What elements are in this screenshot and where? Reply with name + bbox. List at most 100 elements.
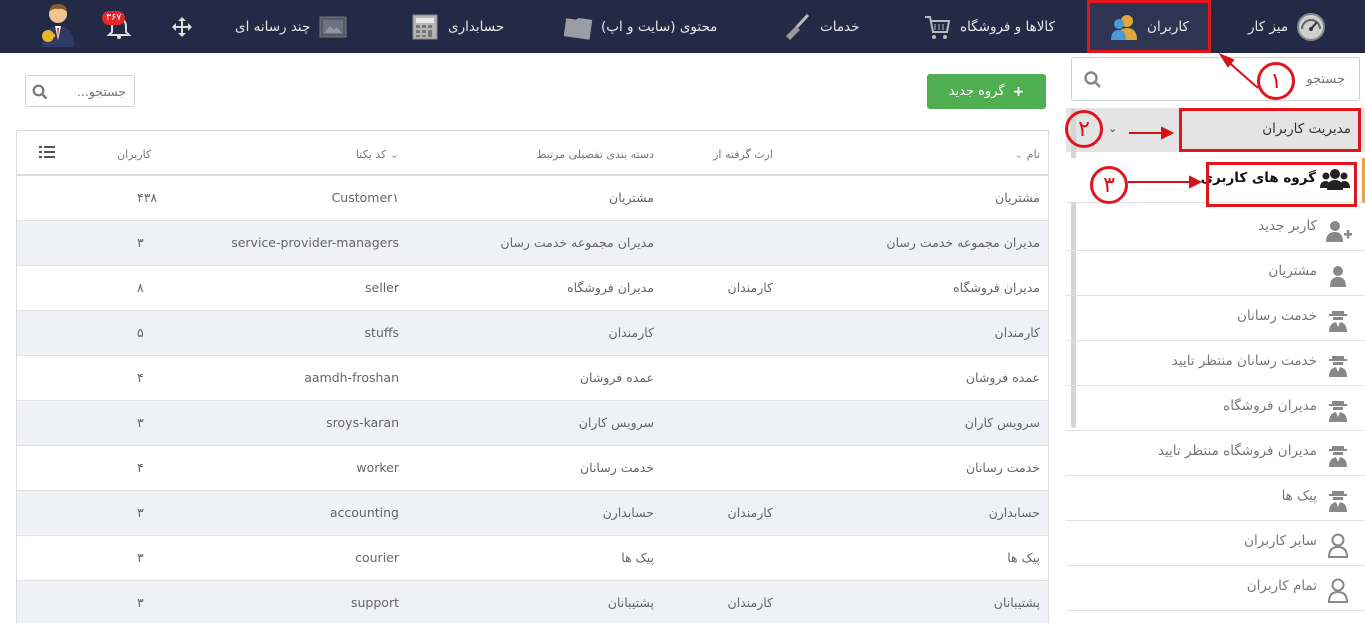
sort-chevron-icon: ⌄ [389,148,399,161]
sidebar-item-couriers[interactable]: پیک ها [1066,476,1365,521]
cell-users: ۴۳۸ [137,190,158,205]
calculator-icon [410,12,440,42]
nav-multimedia-label: چند رسانه ای [235,18,311,35]
nav-products-store[interactable]: کالاها و فروشگاه [922,0,1055,53]
sidebar-item-label: مدیران فروشگاه منتظر تایید [1157,443,1317,459]
notification-bell[interactable]: ۳۶۷ [102,0,134,53]
sidebar-item-new-user[interactable]: کاربر جدید [1066,206,1365,251]
sidebar-item-label: خدمت رسانان [1237,308,1317,324]
table-row[interactable]: عمده فروشان عمده فروشان aamdh-froshan ۴ [17,356,1048,401]
cell-category: خدمت رسانان [579,460,654,475]
user-avatar[interactable] [38,0,78,53]
sidebar-item-label: مدیران فروشگاه [1223,398,1317,414]
sidebar-item-store-managers[interactable]: مدیران فروشگاه [1066,386,1365,431]
table-row[interactable]: پیک ها پیک ها courier ۳ [17,536,1048,581]
annotation-step-2: ۲ [1065,110,1103,148]
cell-name: پیک ها [1007,550,1040,565]
cell-slug: service-provider-managers [231,235,399,250]
table-row[interactable]: سرویس کاران سرویس کاران sroys-karan ۳ [17,401,1048,446]
cell-users: ۴ [137,460,144,475]
cell-category: حسابدارن [602,505,654,520]
cell-users: ۳ [137,550,144,565]
sidebar-item-service-providers[interactable]: خدمت رسانان [1066,296,1365,341]
sidebar-search[interactable] [1071,57,1360,101]
nav-services-label: خدمات [820,18,860,35]
nav-products-label: کالاها و فروشگاه [960,18,1055,35]
col-header-slug[interactable]: کد یکتا ⌄ [356,148,399,161]
cell-name: مدیران فروشگاه [953,280,1040,295]
sidebar-item-label: مشتریان [1268,263,1317,279]
nav-dashboard-label: میز کار [1248,18,1289,35]
cell-category: عمده فروشان [579,370,654,385]
cell-slug: Customer۱ [331,190,399,205]
table-row[interactable]: مدیران فروشگاه کارمندان مدیران فروشگاه sell… [17,266,1048,311]
sidebar-item-label: پیک ها [1281,488,1317,504]
cell-users: ۳ [137,415,144,430]
sidebar-item-pending-providers[interactable]: خدمت رسانان منتظر تایید [1066,341,1365,386]
table-row[interactable]: مشتریان مشتریان Customer۱ ۴۳۸ [17,176,1048,221]
move-arrows-icon[interactable] [167,0,197,53]
cell-category: سرویس کاران [578,415,654,430]
nav-multimedia[interactable]: چند رسانه ای [235,0,348,53]
cell-category: پیک ها [621,550,654,565]
cell-slug: accounting [329,505,399,520]
agent-icon [1323,304,1351,332]
bell-icon: ۳۶۷ [102,10,134,42]
media-icon [318,12,348,42]
col-header-category[interactable]: دسته بندی تفصیلی مرتبط [536,148,654,161]
chevron-down-icon: ⌄ [1108,122,1118,135]
sidebar-item-label: کاربر جدید [1258,218,1317,234]
agent-icon [1323,394,1351,422]
user-outline-icon [1323,574,1351,603]
cell-name: سرویس کاران [964,415,1040,430]
search-icon [32,84,48,104]
sidebar-item-customers[interactable]: مشتریان [1066,251,1365,296]
col-header-inherited[interactable]: ارث گرفته از [713,148,773,161]
new-group-button[interactable]: + گروه جدید [927,74,1046,109]
cell-name: عمده فروشان [965,370,1040,385]
sidebar-search-input[interactable] [1072,58,1359,100]
table-row[interactable]: حسابدارن کارمندان حسابدارن accounting ۳ [17,491,1048,536]
new-group-label: گروه جدید [948,84,1005,99]
cell-slug: courier [355,550,399,565]
sidebar-item-label: خدمت رسانان منتظر تایید [1171,353,1317,369]
dashboard-gauge-icon [1296,12,1326,42]
cell-category: مدیران مجموعه خدمت رسان [500,235,654,250]
cell-name: پشتیبانان [993,595,1040,610]
highlight-user-management-box [1179,108,1361,152]
table-row[interactable]: کارمندان کارمندان stuffs ۵ [17,311,1048,356]
table-row[interactable]: خدمت رسانان خدمت رسانان worker ۴ [17,446,1048,491]
col-header-users[interactable]: کاربران [117,148,151,161]
col-header-name[interactable]: ⌄ نام [1014,148,1040,161]
cell-category: مدیران فروشگاه [567,280,654,295]
column-list-icon[interactable] [39,145,55,163]
highlight-user-groups-box [1206,162,1357,207]
cell-name: مدیران مجموعه خدمت رسان [886,235,1040,250]
annotation-step-1: ۱ [1257,62,1295,100]
sidebar-item-label: تمام کاربران [1246,578,1317,594]
sidebar-item-other-users[interactable]: سایر کاربران [1066,521,1365,566]
sidebar-item-all-users[interactable]: تمام کاربران [1066,566,1365,611]
cell-name: کارمندان [994,325,1040,340]
cell-inherited-from: کارمندان [727,595,773,610]
table-row[interactable]: مدیران مجموعه خدمت رسان مدیران مجموعه خدم… [17,221,1048,266]
sidebar-item-pending-store-managers[interactable]: مدیران فروشگاه منتظر تایید [1066,431,1365,476]
folder-icon [563,12,593,42]
nav-accounting[interactable]: حسابداری [410,0,504,53]
cell-users: ۸ [137,280,144,295]
cell-slug: support [351,595,399,610]
nav-content[interactable]: محتوی (سایت و اپ) [563,0,717,53]
user-groups-table: ⌄ نام ارث گرفته از دسته بندی تفصیلی مرتب… [16,130,1049,623]
cell-users: ۴ [137,370,144,385]
nav-services[interactable]: خدمات [782,0,860,53]
table-row[interactable]: پشتیبانان کارمندان پشتیبانان support ۳ [17,581,1048,623]
sidebar-item-label: سایر کاربران [1244,533,1317,549]
cell-slug: aamdh-froshan [304,370,399,385]
agent-icon [1323,484,1351,512]
nav-dashboard[interactable]: میز کار [1248,0,1326,53]
cell-slug: seller [365,280,399,295]
table-search[interactable] [25,75,135,107]
user-avatar-icon [38,2,78,52]
table-header: ⌄ نام ارث گرفته از دسته بندی تفصیلی مرتب… [17,131,1048,176]
add-user-icon [1323,214,1352,242]
